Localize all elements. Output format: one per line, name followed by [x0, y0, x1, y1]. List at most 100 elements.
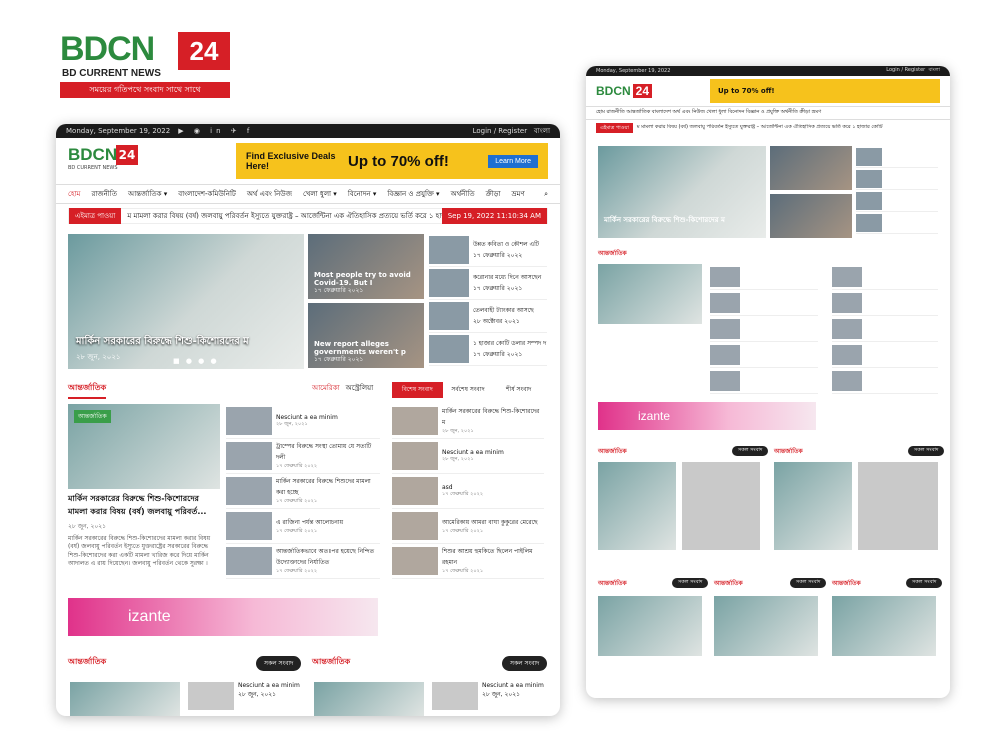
nav-item[interactable]: বাংলাদেশ-কমিউনিটি — [178, 188, 236, 200]
list-item[interactable]: করোনার মধ্যে দিনে আসছেন ১৭ ফেব্রুয়ারি ২০… — [429, 267, 547, 300]
tablet-header-ad[interactable]: Up to 70% off! — [710, 79, 940, 103]
list-item[interactable] — [856, 146, 938, 168]
list-item[interactable]: Nesciunt a ea minim ২৮ জুন, ২০২১ — [226, 404, 380, 439]
tablet-section-title[interactable]: আন্তর্জাতিক — [774, 446, 803, 457]
bottom-list-item[interactable]: Nesciunt a ea minim ২৮ জুন, ২০২১ — [432, 682, 544, 710]
list-item[interactable]: ট্রাম্পের বিরুদ্ধে সংস্থা তোমায় যে সত্য… — [226, 439, 380, 474]
tab-latest[interactable]: সর্বশেষ সংবাদ — [443, 382, 494, 398]
card-image[interactable] — [682, 462, 760, 550]
nav-home[interactable]: হোম — [68, 188, 80, 200]
tablet-izante-banner[interactable]: izante — [598, 402, 816, 430]
list-item[interactable] — [856, 190, 938, 212]
nav-item[interactable]: অর্থনীতি — [451, 188, 475, 200]
ticker-text[interactable]: ম মামলা করার বিষয় (বর্ষ) জলবায়ু পরিবর্… — [121, 210, 441, 222]
item-title[interactable]: Nesciunt a ea minim — [442, 449, 504, 456]
item-title[interactable]: তেলবাহী ট্যাংকার আসছে — [473, 307, 534, 314]
ad-learn-more-button[interactable]: Learn More — [488, 154, 538, 168]
nav-item[interactable]: খেলা ধুলা ▾ — [303, 188, 337, 200]
hero-caption[interactable]: মার্কিন সরকারের বিরুদ্ধে শিশু-কিশোরদের ম — [76, 334, 249, 351]
item-title[interactable]: মার্কিন সরকারের বিরুদ্ধে শিশু-কিশোরদের ম — [442, 408, 539, 426]
tablet-section-title[interactable]: আন্তর্জাতিক — [598, 578, 627, 589]
list-item[interactable]: ১ হাজার কোটি ডলার সম্পদ দ ১৭ ফেব্রুয়ারি … — [429, 333, 547, 366]
card-image[interactable] — [714, 596, 818, 656]
item-title[interactable]: Nesciunt a ea minim — [238, 682, 300, 689]
tab-top[interactable]: শীর্ষ সংবাদ — [493, 382, 544, 398]
tablet-ticker-text[interactable]: ম মামলা করার বিষয় (বর্ষ) জলবায়ু পরিবর্… — [633, 124, 940, 132]
tab-special[interactable]: বিশেষ সংবাদ — [392, 382, 443, 398]
item-title[interactable]: মার্কিন সরকারের বিরুদ্ধে শিশুদের মামলা ক… — [276, 478, 371, 496]
item-title[interactable]: আমেরিকায় আমরা বাঘা কুকুরের মেরেছে — [442, 519, 538, 526]
lead-title[interactable]: মার্কিন সরকারের বিরুদ্ধে শিশু-কিশোরদের ম… — [68, 493, 220, 519]
card-image[interactable] — [598, 462, 676, 550]
list-item[interactable]: মার্কিন সরকারের বিরুদ্ধে শিশুদের মামলা ক… — [226, 474, 380, 509]
register-link[interactable]: Register — [498, 127, 527, 135]
card-image[interactable] — [832, 596, 936, 656]
bottom-card-image[interactable] — [314, 682, 424, 716]
item-title[interactable]: ট্রাম্পের বিরুদ্ধে সংস্থা তোমায় যে সত্য… — [276, 443, 371, 461]
featured-card[interactable]: New report alleges governments weren't p… — [308, 303, 424, 368]
tablet-nav[interactable]: হোম রাজনীতি আন্তর্জাতিক বাংলাদেশ অর্থ এব… — [586, 106, 950, 120]
all-news-button[interactable]: সকল সংবাদ — [908, 446, 945, 456]
item-title[interactable]: Nesciunt a ea minim — [482, 682, 544, 689]
lead-article[interactable]: আন্তর্জাতিক মার্কিন সরকারের বিরুদ্ধে শিশ… — [68, 404, 220, 569]
tablet-lead-image[interactable] — [598, 264, 702, 324]
card-image[interactable] — [774, 462, 852, 550]
item-title[interactable]: এ রাজিনা পর্যন্ত আলোচনায় — [276, 519, 343, 526]
bottom-section-title[interactable]: আন্তর্জাতিক — [312, 656, 350, 669]
slider-dots[interactable]: ■ ● ● ● — [173, 357, 219, 365]
list-item[interactable]: আমেরিকায় আমরা বাঘা কুকুরের মেরেছে ১৭ ফেব… — [392, 509, 544, 544]
tab-australia[interactable]: অস্ট্রেলিয়া — [346, 382, 374, 394]
item-title[interactable]: আন্তর্জাতিকভাবে অতঃপর হয়েছে নিন্দিত উদ্… — [276, 548, 374, 566]
all-news-button[interactable]: সকল সংবাদ — [256, 656, 302, 671]
nav-item[interactable]: রাজনীতি — [91, 188, 117, 200]
nav-item[interactable]: আন্তর্জাতিক ▾ — [128, 188, 167, 200]
tablet-section-title[interactable]: আন্তর্জাতিক — [598, 446, 627, 457]
list-item[interactable]: Nesciunt a ea minim ২৮ জুন, ২০২১ — [392, 439, 544, 474]
list-item[interactable] — [856, 212, 938, 234]
category-badge[interactable]: আন্তর্জাতিক — [74, 410, 111, 423]
tablet-section-title[interactable]: আন্তর্জাতিক — [714, 578, 743, 589]
list-item[interactable]: উন্নত কবিতা ও কৌশল এটি ১৭ ফেব্রুয়ারি ২০২… — [429, 234, 547, 267]
nav-item[interactable]: অর্থ এবং নিউজ — [247, 188, 292, 200]
nav-item[interactable]: ভ্রমণ — [512, 188, 525, 200]
list-item[interactable]: asd ১৭ ফেব্রুয়ারি ২০২২ — [392, 474, 544, 509]
card-image[interactable] — [598, 596, 702, 656]
list-item[interactable] — [710, 342, 818, 368]
site-logo[interactable]: BDCN 24 BD CURRENT NEWS — [68, 145, 138, 177]
bottom-list-item[interactable]: Nesciunt a ea minim ২৮ জুন, ২০২১ — [188, 682, 300, 710]
featured-card[interactable] — [770, 194, 852, 238]
list-item[interactable] — [832, 290, 938, 316]
tablet-hero-caption[interactable]: মার্কিন সরকারের বিরুদ্ধে শিশু-কিশোরদের ম — [604, 214, 725, 226]
all-news-button[interactable]: সকল সংবাদ — [790, 578, 827, 588]
featured-card[interactable]: Most people try to avoid Covid-19. But I… — [308, 234, 424, 299]
language-link[interactable]: বাংলা — [534, 127, 550, 135]
search-icon[interactable]: ⌕ — [544, 190, 548, 199]
item-title[interactable]: করোনার মধ্যে দিনে আসছেন — [473, 274, 541, 281]
social-icons[interactable]: ▶ ◉ in ✈ f — [178, 127, 253, 135]
all-news-button[interactable]: সকল সংবাদ — [732, 446, 769, 456]
list-item[interactable]: মার্কিন সরকারের বিরুদ্ধে শিশু-কিশোরদের ম… — [392, 404, 544, 439]
featured-card[interactable] — [770, 146, 852, 190]
lead-image[interactable]: আন্তর্জাতিক — [68, 404, 220, 489]
list-item[interactable] — [832, 316, 938, 342]
all-news-button[interactable]: সকল সংবাদ — [502, 656, 548, 671]
list-item[interactable] — [832, 264, 938, 290]
item-title[interactable]: asd — [442, 484, 453, 491]
nav-item[interactable]: বিজ্ঞান ও প্রযুক্তি ▾ — [387, 188, 439, 200]
header-ad[interactable]: Find Exclusive Deals Here! Up to 70% off… — [236, 143, 548, 179]
section-title[interactable]: আন্তর্জাতিক — [68, 382, 107, 399]
login-link[interactable]: Login — [473, 127, 492, 135]
list-item[interactable] — [710, 368, 818, 394]
nav-item[interactable]: ক্রীড়া — [486, 188, 501, 200]
list-item[interactable] — [856, 168, 938, 190]
nav-item[interactable]: বিনোদন ▾ — [348, 188, 377, 200]
list-item[interactable]: শিশুর আশ্রয় হুমকিতে ছিলেন পাইলিম রহমান ১… — [392, 544, 544, 579]
tablet-section-title[interactable]: আন্তর্জাতিক — [832, 578, 861, 589]
list-item[interactable] — [832, 368, 938, 394]
item-title[interactable]: Nesciunt a ea minim — [276, 414, 338, 421]
item-title[interactable]: উন্নত কবিতা ও কৌশল এটি — [473, 241, 539, 248]
list-item[interactable]: এ রাজিনা পর্যন্ত আলোচনায় ১৭ ফেব্রুয়ারি … — [226, 509, 380, 544]
list-item[interactable]: আন্তর্জাতিকভাবে অতঃপর হয়েছে নিন্দিত উদ্… — [226, 544, 380, 579]
list-item[interactable]: তেলবাহী ট্যাংকার আসছে ২৮ অক্টোবর ২০২১ — [429, 300, 547, 333]
item-title[interactable]: শিশুর আশ্রয় হুমকিতে ছিলেন পাইলিম রহমান — [442, 548, 533, 566]
